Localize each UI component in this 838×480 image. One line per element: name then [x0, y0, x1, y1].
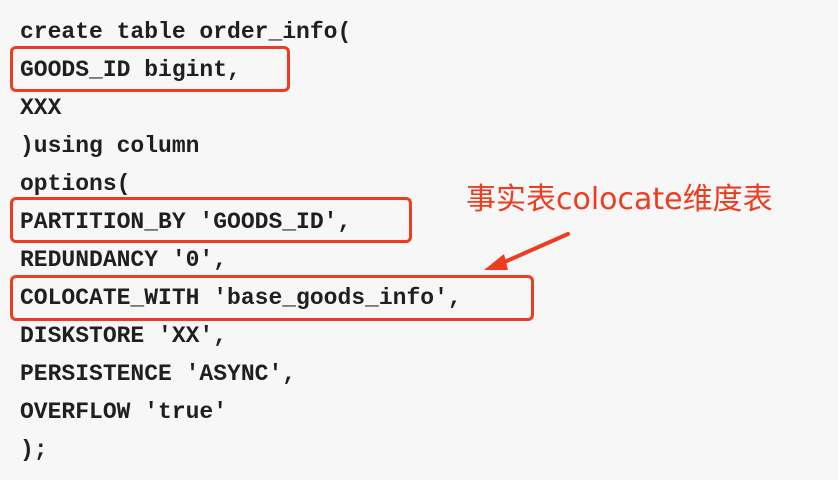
code-line-diskstore: DISKSTORE 'XX', [20, 323, 228, 349]
code-line-create-table: create table order_info( [20, 19, 352, 45]
code-line-options: options( [20, 171, 131, 197]
code-block: create table order_info( GOODS_ID bigint… [0, 0, 838, 480]
code-line-placeholder: XXX [20, 95, 62, 121]
arrow-icon [484, 232, 570, 270]
highlight-colocate-with [10, 275, 534, 321]
code-line-redundancy: REDUNDANCY '0', [20, 247, 228, 273]
annotation-label: 事实表colocate维度表 [466, 182, 773, 217]
highlight-partition-by [10, 197, 412, 243]
code-line-using-column: )using column [20, 133, 200, 159]
code-line-persistence: PERSISTENCE 'ASYNC', [20, 361, 297, 387]
code-line-close-paren: ); [20, 437, 48, 463]
highlight-goods-id [10, 46, 290, 92]
code-line-overflow: OVERFLOW 'true' [20, 399, 228, 425]
